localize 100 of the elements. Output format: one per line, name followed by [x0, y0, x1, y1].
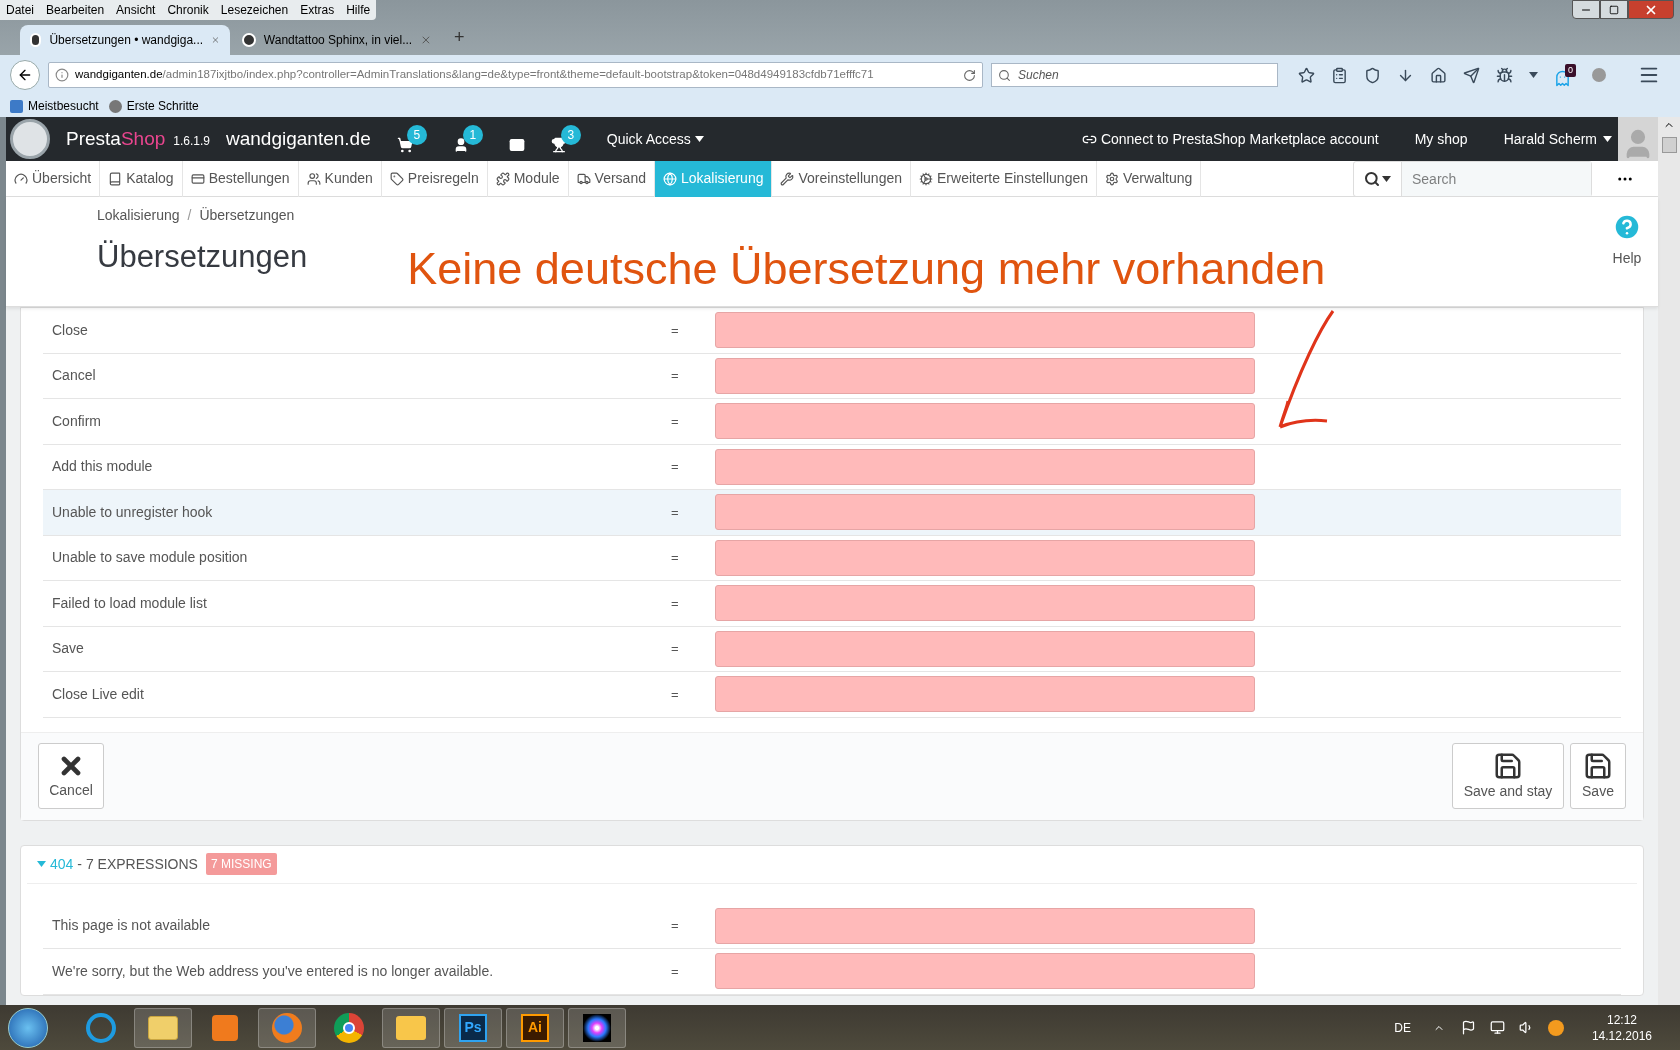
taskbar-app-button[interactable]: [382, 1007, 440, 1048]
annotation-text: Keine deutsche Übersetzung mehr vorhanden: [407, 242, 1326, 296]
source-text: Confirm: [51, 411, 102, 431]
user-menu[interactable]: Harald Scherm: [1503, 128, 1612, 150]
shield-icon[interactable]: [1364, 66, 1381, 84]
ghost-icon[interactable]: [1554, 69, 1571, 87]
taskbar-app-button[interactable]: Ai: [506, 1007, 564, 1048]
flag-icon[interactable]: [1460, 1020, 1476, 1035]
notification-badge: 1: [462, 125, 483, 145]
nav-tab[interactable]: Voreinstellungen: [772, 160, 911, 197]
bookmark-star-icon[interactable]: [1298, 66, 1315, 84]
quick-access-menu[interactable]: Quick Access: [606, 128, 704, 150]
expressions-count: - 7 EXPRESSIONS: [77, 854, 198, 874]
address-field[interactable]: wandgiganten.de/admin187ixjtbo/index.php?controller=AdminTranslations&lang=de&type=front&theme=default-bootstrap&token=048d4949183cfdb71efffc71: [48, 62, 983, 88]
translation-field[interactable]: [715, 539, 1255, 576]
help-link[interactable]: Help: [1612, 248, 1642, 269]
url-text: wandgiganten.de/admin187ixjtbo/index.php?controller=AdminTranslations&lang=de&type=front&theme=default-bootstrap&token=048d4949183cfdb71efffc71: [75, 67, 875, 83]
new-tab-button[interactable]: +: [444, 24, 475, 55]
nav-tab-icon: [663, 171, 677, 186]
tab-title: Übersetzungen • wandgiga...: [49, 32, 204, 49]
nav-tab[interactable]: Kunden: [298, 160, 382, 197]
bookmark-link[interactable]: Erste Schritte: [108, 97, 199, 115]
tray-app-icon[interactable]: [1547, 1019, 1564, 1036]
taskbar-app-button[interactable]: [568, 1007, 626, 1048]
nav-tab-icon: [919, 171, 933, 186]
translation-field[interactable]: [715, 494, 1255, 531]
maximize-button[interactable]: [1600, 0, 1628, 19]
source-text: Failed to load module list: [51, 593, 208, 613]
taskbar-app-button[interactable]: Ps: [444, 1007, 502, 1048]
page-title: Übersetzungen: [97, 238, 308, 276]
translation-field[interactable]: [715, 630, 1255, 667]
brand-logo: PrestaShop: [66, 126, 166, 151]
nav-tab[interactable]: Module: [487, 160, 569, 197]
notification-badge: 5: [406, 125, 427, 145]
scrollbar-thumb[interactable]: [1661, 137, 1677, 153]
language-indicator[interactable]: DE: [1394, 1018, 1411, 1037]
taskbar-app-button[interactable]: [134, 1007, 192, 1048]
minimize-button[interactable]: [1572, 0, 1600, 19]
menu-item[interactable]: Bearbeiten: [46, 1, 105, 19]
source-text: Close: [51, 320, 89, 340]
version-text: 1.6.1.9: [173, 133, 210, 150]
translation-field[interactable]: [715, 312, 1255, 349]
tab-close-icon[interactable]: [420, 34, 432, 46]
network-icon[interactable]: [1489, 1020, 1505, 1035]
bookmark-link[interactable]: Meistbesucht: [10, 97, 99, 115]
menu-item[interactable]: Ansicht: [116, 1, 156, 19]
source-text: Unable to unregister hook: [51, 502, 214, 522]
cart-icon[interactable]: [396, 137, 413, 153]
translation-field[interactable]: [715, 448, 1255, 485]
menu-item[interactable]: Chronik: [167, 1, 209, 19]
translation-field[interactable]: [715, 953, 1255, 990]
translation-field[interactable]: [715, 676, 1255, 713]
paper-plane-icon[interactable]: [1463, 66, 1480, 84]
nav-tab[interactable]: Versand: [568, 160, 655, 197]
save-button[interactable]: Save: [1570, 743, 1626, 809]
reading-list-icon[interactable]: [1331, 66, 1348, 84]
browser-tab[interactable]: Wandtattoo Sphinx, in viel...: [232, 25, 442, 55]
nav-tab[interactable]: Preisregeln: [381, 160, 488, 197]
nav-tab-icon: [190, 171, 205, 186]
nav-tab[interactable]: Bestellungen: [182, 160, 299, 197]
admin-search-field[interactable]: Search: [1401, 161, 1591, 196]
taskbar-app-button[interactable]: [258, 1007, 316, 1048]
nav-tab[interactable]: Verwaltung: [1097, 160, 1202, 197]
translation-field[interactable]: [715, 403, 1255, 440]
search-icon: [1364, 170, 1380, 187]
breadcrumb-link[interactable]: Lokalisierung: [97, 205, 180, 226]
nav-tab[interactable]: Katalog: [100, 160, 183, 197]
back-button[interactable]: [10, 60, 40, 90]
translation-field[interactable]: [715, 907, 1255, 944]
search-icon: [998, 68, 1011, 82]
menu-item[interactable]: Extras: [300, 1, 335, 19]
menu-item[interactable]: Hilfe: [346, 1, 371, 19]
my-shop-link[interactable]: My shop: [1414, 128, 1468, 150]
start-button[interactable]: [8, 1007, 48, 1048]
nav-tab-icon: [306, 171, 321, 186]
close-window-button[interactable]: [1628, 0, 1674, 19]
cancel-button[interactable]: Cancel: [38, 743, 104, 809]
reload-icon[interactable]: [963, 68, 976, 82]
dropdown-caret-icon: [1529, 72, 1538, 78]
nav-tab[interactable]: Übersicht: [6, 160, 101, 197]
menu-item[interactable]: Datei: [6, 1, 34, 19]
translation-field[interactable]: [715, 585, 1255, 622]
clock[interactable]: 12:12 14.12.2016: [1591, 1011, 1652, 1044]
maximize-icon: [1609, 4, 1619, 15]
source-text: Save: [51, 639, 85, 659]
menu-item[interactable]: Lesezeichen: [220, 1, 289, 19]
save-and-stay-button[interactable]: Save and stay: [1452, 743, 1564, 809]
nav-tab-icon: [495, 171, 510, 186]
bug-icon[interactable]: [1496, 66, 1513, 84]
starburst-icon: [583, 1013, 611, 1042]
missing-badge: 7 MISSING: [205, 853, 277, 875]
connect-link[interactable]: Connect to PrestaShop Marketplace account: [1081, 128, 1379, 150]
translation-field[interactable]: [715, 357, 1255, 394]
tab-title: Wandtattoo Sphinx, in viel...: [263, 32, 413, 49]
caret-icon: [694, 136, 704, 142]
browser-search-field[interactable]: Suchen: [991, 63, 1278, 87]
browser-tab[interactable]: Übersetzungen • wandgiga...: [20, 25, 230, 55]
home-icon[interactable]: [1430, 66, 1447, 84]
nav-tab[interactable]: Erweiterte Einstellungen: [911, 160, 1097, 197]
equals-sign: =: [671, 594, 680, 613]
